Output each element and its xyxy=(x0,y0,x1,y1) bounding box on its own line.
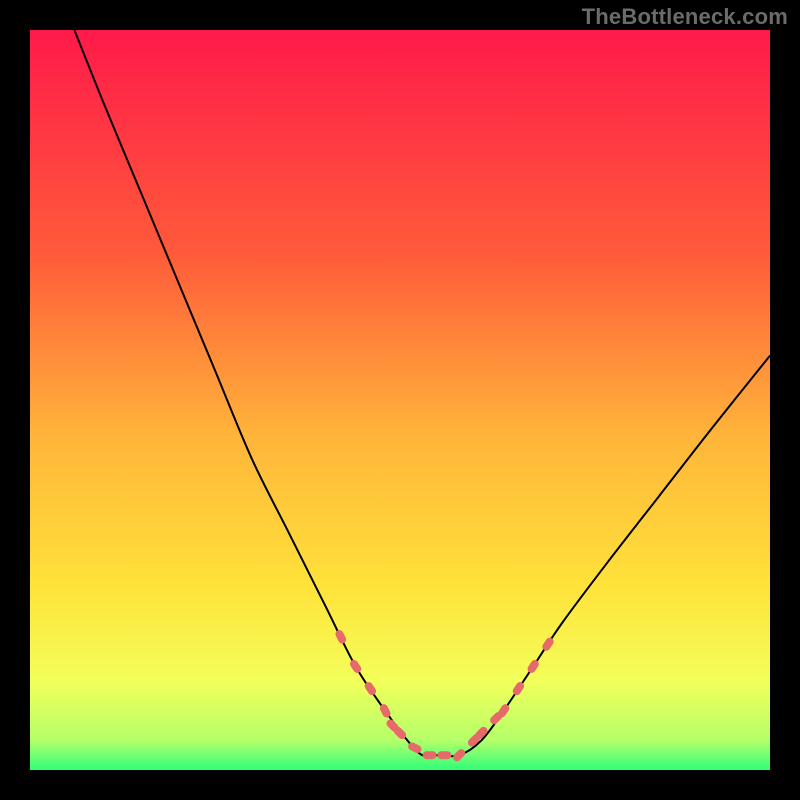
plot-area xyxy=(30,30,770,770)
watermark-label: TheBottleneck.com xyxy=(582,4,788,30)
chart-svg xyxy=(30,30,770,770)
highlight-dot xyxy=(423,751,437,759)
highlight-dot xyxy=(437,751,451,759)
chart-frame: TheBottleneck.com xyxy=(0,0,800,800)
gradient-background xyxy=(30,30,770,770)
